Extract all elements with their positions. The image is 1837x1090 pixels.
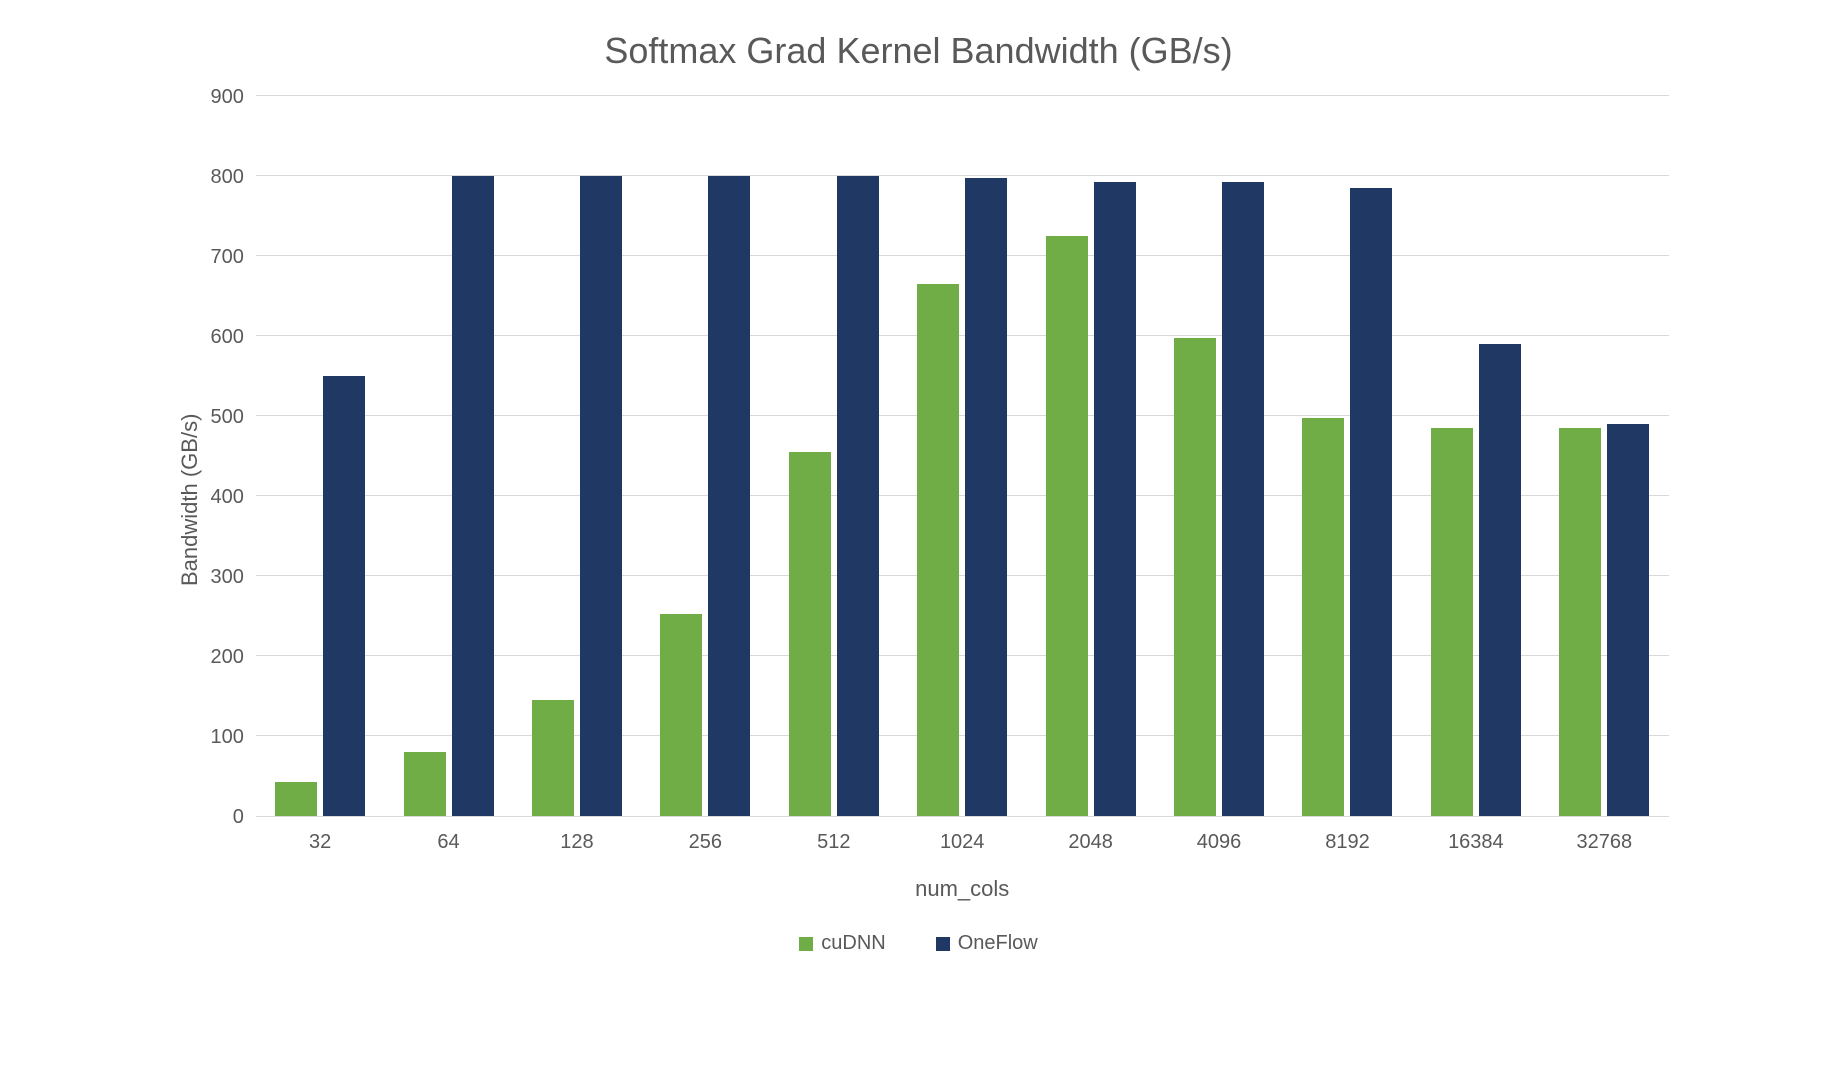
bar-cudnn: [275, 782, 317, 816]
legend-swatch: [936, 937, 950, 951]
bar-cudnn: [1174, 338, 1216, 816]
x-tick: 8192: [1283, 831, 1411, 854]
x-tick: 4096: [1155, 831, 1283, 854]
x-tick: 256: [641, 831, 769, 854]
legend-item-cudnn: cuDNN: [799, 932, 885, 955]
bar-group: [898, 97, 1026, 816]
chart-body: Bandwidth (GB/s) 90080070060050040030020…: [169, 97, 1669, 902]
x-tick: 512: [770, 831, 898, 854]
bar-oneflow: [1094, 182, 1136, 816]
bars-row: [256, 97, 1669, 816]
bar-cudnn: [532, 700, 574, 816]
x-tick: 64: [384, 831, 512, 854]
bar-group: [256, 97, 384, 816]
bar-oneflow: [580, 176, 622, 816]
bar-cudnn: [917, 284, 959, 816]
legend-label: cuDNN: [821, 932, 885, 955]
x-tick: 128: [513, 831, 641, 854]
bar-group: [513, 97, 641, 816]
bar-oneflow: [837, 176, 879, 816]
bar-cudnn: [789, 452, 831, 816]
bar-cudnn: [660, 614, 702, 816]
bar-cudnn: [1302, 418, 1344, 816]
bar-oneflow: [1222, 182, 1264, 816]
x-tick: 1024: [898, 831, 1026, 854]
bar-oneflow: [1350, 188, 1392, 816]
plot-area: [256, 97, 1669, 817]
y-axis: 9008007006005004003002001000: [211, 97, 256, 817]
plot-wrap: 326412825651210242048409681921638432768 …: [256, 97, 1669, 902]
x-tick: 2048: [1026, 831, 1154, 854]
bar-group: [1155, 97, 1283, 816]
bar-oneflow: [1607, 424, 1649, 816]
x-tick: 32768: [1540, 831, 1668, 854]
bar-oneflow: [708, 176, 750, 816]
bar-oneflow: [1479, 344, 1521, 816]
bar-group: [770, 97, 898, 816]
chart-container: Softmax Grad Kernel Bandwidth (GB/s) Ban…: [169, 20, 1669, 955]
legend: cuDNN OneFlow: [169, 932, 1669, 955]
chart-title: Softmax Grad Kernel Bandwidth (GB/s): [169, 30, 1669, 72]
bar-cudnn: [404, 752, 446, 816]
bar-group: [1412, 97, 1540, 816]
x-tick: 16384: [1412, 831, 1540, 854]
bar-group: [1540, 97, 1668, 816]
bar-group: [641, 97, 769, 816]
bar-oneflow: [965, 178, 1007, 816]
bar-group: [384, 97, 512, 816]
bar-oneflow: [323, 376, 365, 816]
legend-label: OneFlow: [958, 932, 1038, 955]
bar-cudnn: [1559, 428, 1601, 816]
legend-item-oneflow: OneFlow: [936, 932, 1038, 955]
x-tick: 32: [256, 831, 384, 854]
bar-cudnn: [1431, 428, 1473, 816]
bar-oneflow: [452, 176, 494, 816]
bar-group: [1283, 97, 1411, 816]
x-axis-label: num_cols: [256, 876, 1669, 902]
bar-group: [1026, 97, 1154, 816]
legend-swatch: [799, 937, 813, 951]
x-axis: 326412825651210242048409681921638432768: [256, 831, 1669, 854]
grid-line: [256, 95, 1669, 96]
bar-cudnn: [1046, 236, 1088, 816]
y-axis-label: Bandwidth (GB/s): [169, 97, 211, 902]
